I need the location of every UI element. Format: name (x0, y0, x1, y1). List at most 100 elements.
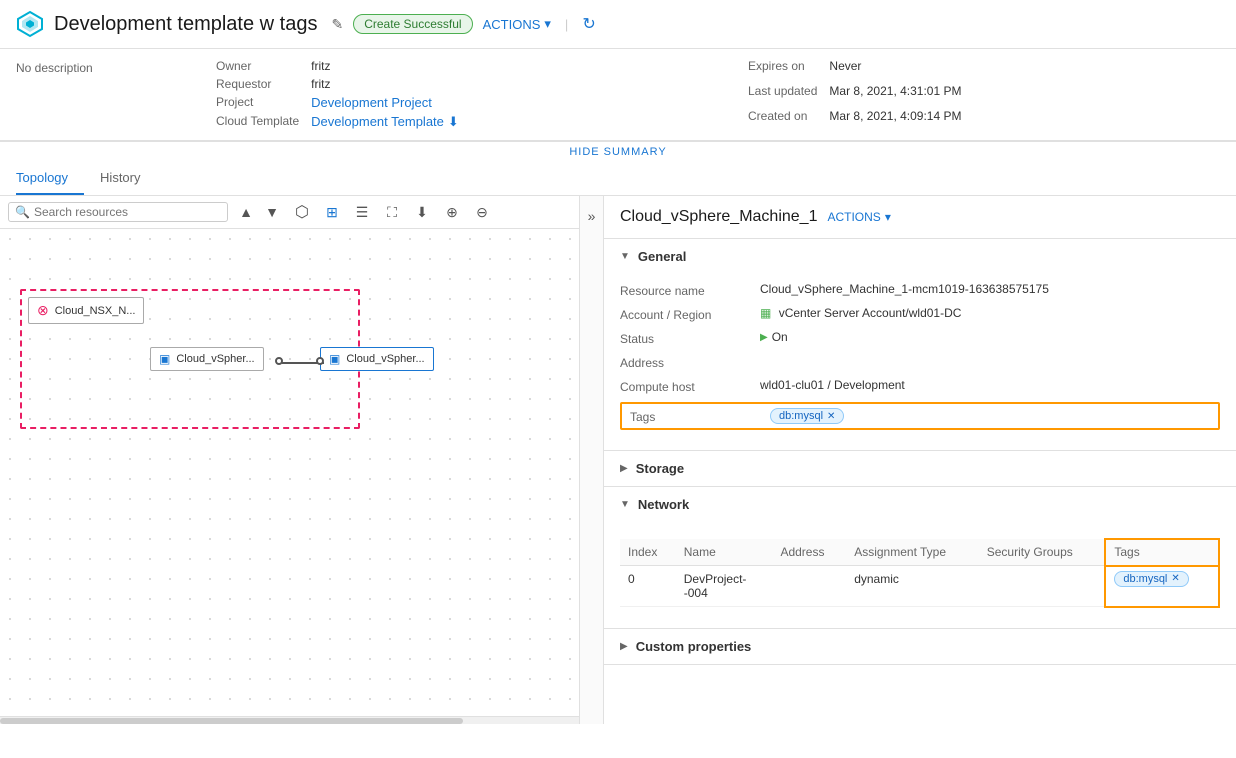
general-section: ▼ General Resource name Cloud_vSphere_Ma… (604, 239, 1236, 451)
vcenter-icon: ▦ (760, 306, 771, 320)
search-icon: 🔍 (15, 205, 30, 219)
status-badge: Create Successful (353, 14, 472, 34)
network-section-title: Network (638, 497, 689, 512)
download-icon[interactable]: ⬇ (448, 114, 459, 129)
requestor-value: fritz (311, 77, 688, 91)
created-value: Mar 8, 2021, 4:09:14 PM (829, 109, 1220, 130)
col-address: Address (772, 539, 846, 566)
network-tag-remove-icon[interactable]: ✕ (1171, 573, 1179, 584)
col-assignment-type: Assignment Type (846, 539, 979, 566)
tags-label: Tags (630, 408, 770, 424)
search-input[interactable] (34, 205, 221, 219)
hide-summary-button[interactable]: HIDE SUMMARY (0, 141, 1236, 162)
account-value: ▦ vCenter Server Account/wld01-DC (760, 306, 961, 320)
tag-remove-icon[interactable]: ✕ (827, 411, 835, 422)
resource-name-value: Cloud_vSphere_Machine_1-mcm1019-16363857… (760, 282, 1049, 296)
search-box[interactable]: 🔍 (8, 202, 228, 222)
compute-label: Compute host (620, 378, 760, 394)
zoom-out-icon[interactable]: ⊖ (470, 200, 494, 224)
general-chevron-icon: ▼ (620, 251, 630, 262)
network-section: ▼ Network Index Name Address Assignment … (604, 487, 1236, 629)
summary-right-fields: Expires on Never Last updated Mar 8, 202… (748, 59, 1220, 130)
storage-section-title: Storage (636, 461, 684, 476)
storage-section: ▶ Storage (604, 451, 1236, 487)
main-content: 🔍 ▲ ▼ ⬡ ⊞ ☰ ⛶ ⬇ ⊕ ⊖ ⊗ Cloud_NSX_N... (0, 196, 1236, 724)
detail-actions-button[interactable]: ACTIONS ▾ (827, 210, 890, 224)
scroll-thumb[interactable] (0, 718, 463, 724)
connector-dot-right (316, 357, 324, 365)
horizontal-scrollbar[interactable] (0, 716, 579, 724)
detail-header: Cloud_vSphere_Machine_1 ACTIONS ▾ (604, 196, 1236, 239)
storage-chevron-icon: ▶ (620, 463, 628, 474)
collapse-panel-icon[interactable]: » (588, 208, 596, 224)
custom-properties-header[interactable]: ▶ Custom properties (604, 629, 1236, 664)
expires-value: Never (829, 59, 1220, 80)
custom-props-chevron-icon: ▶ (620, 641, 628, 652)
col-name: Name (676, 539, 773, 566)
vm-node-2[interactable]: ▣ Cloud_vSpher... (320, 347, 434, 371)
nav-up-icon[interactable]: ▲ (234, 200, 258, 224)
network-chevron-icon: ▼ (620, 499, 630, 510)
nav-down-icon[interactable]: ▼ (260, 200, 284, 224)
nsx-label: Cloud_NSX_N... (55, 305, 136, 317)
cell-tags: db:mysql ✕ (1105, 566, 1219, 607)
status-row: Status ▶ On (620, 330, 1220, 346)
last-updated-label: Last updated (748, 84, 817, 105)
nsx-node[interactable]: ⊗ Cloud_NSX_N... (28, 297, 144, 324)
cell-index: 0 (620, 566, 676, 607)
cell-address (772, 566, 846, 607)
network-table: Index Name Address Assignment Type Secur… (620, 538, 1220, 608)
actions-button[interactable]: ACTIONS ▾ (483, 16, 551, 32)
edit-icon[interactable]: ✎ (331, 16, 343, 33)
topology-grid-icon[interactable]: ⊞ (320, 200, 344, 224)
project-label: Project (216, 95, 299, 110)
address-row: Address (620, 354, 1220, 370)
network-section-body: Index Name Address Assignment Type Secur… (604, 522, 1236, 628)
topology-graph-icon[interactable]: ⬡ (290, 200, 314, 224)
col-tags: Tags (1105, 539, 1219, 566)
topology-toolbar: 🔍 ▲ ▼ ⬡ ⊞ ☰ ⛶ ⬇ ⊕ ⊖ (0, 196, 579, 229)
resource-name-row: Resource name Cloud_vSphere_Machine_1-mc… (620, 282, 1220, 298)
cloud-template-link[interactable]: Development Template (311, 114, 444, 129)
download-topology-icon[interactable]: ⬇ (410, 200, 434, 224)
custom-properties-title: Custom properties (636, 639, 752, 654)
fit-view-icon[interactable]: ⛶ (380, 200, 404, 224)
owner-label: Owner (216, 59, 299, 73)
project-link[interactable]: Development Project (311, 95, 688, 110)
col-index: Index (620, 539, 676, 566)
account-label: Account / Region (620, 306, 760, 322)
tab-topology[interactable]: Topology (16, 162, 84, 195)
general-section-title: General (638, 249, 686, 264)
network-table-header-row: Index Name Address Assignment Type Secur… (620, 539, 1219, 566)
refresh-icon[interactable]: ↻ (582, 14, 595, 34)
owner-value: fritz (311, 59, 688, 73)
network-section-header[interactable]: ▼ Network (604, 487, 1236, 522)
table-row: 0 DevProject--004 dynamic db:mysql ✕ (620, 566, 1219, 607)
zoom-in-icon[interactable]: ⊕ (440, 200, 464, 224)
expires-label: Expires on (748, 59, 817, 80)
summary-section: No description Owner fritz Requestor fri… (0, 49, 1236, 141)
app-header: Development template w tags ✎ Create Suc… (0, 0, 1236, 49)
app-logo (16, 10, 44, 38)
requestor-label: Requestor (216, 77, 299, 91)
storage-section-header[interactable]: ▶ Storage (604, 451, 1236, 486)
col-security-groups: Security Groups (979, 539, 1106, 566)
nsx-icon: ⊗ (37, 302, 49, 319)
custom-properties-section: ▶ Custom properties (604, 629, 1236, 665)
network-tags-chip[interactable]: db:mysql ✕ (1114, 571, 1188, 587)
description-text: No description (16, 59, 216, 130)
tab-history[interactable]: History (100, 162, 156, 195)
topology-list-icon[interactable]: ☰ (350, 200, 374, 224)
general-section-body: Resource name Cloud_vSphere_Machine_1-mc… (604, 274, 1236, 450)
cell-security-groups (979, 566, 1106, 607)
vm-node-1[interactable]: ▣ Cloud_vSpher... (150, 347, 264, 371)
tags-chip[interactable]: db:mysql ✕ (770, 408, 844, 424)
address-label: Address (620, 354, 760, 370)
cell-name: DevProject--004 (676, 566, 773, 607)
topology-panel: 🔍 ▲ ▼ ⬡ ⊞ ☰ ⛶ ⬇ ⊕ ⊖ ⊗ Cloud_NSX_N... (0, 196, 580, 724)
detail-chevron-icon: ▾ (885, 210, 891, 224)
tags-row: Tags db:mysql ✕ (620, 402, 1220, 430)
vm1-icon: ▣ (159, 352, 170, 366)
general-section-header[interactable]: ▼ General (604, 239, 1236, 274)
detail-panel: Cloud_vSphere_Machine_1 ACTIONS ▾ ▼ Gene… (604, 196, 1236, 724)
